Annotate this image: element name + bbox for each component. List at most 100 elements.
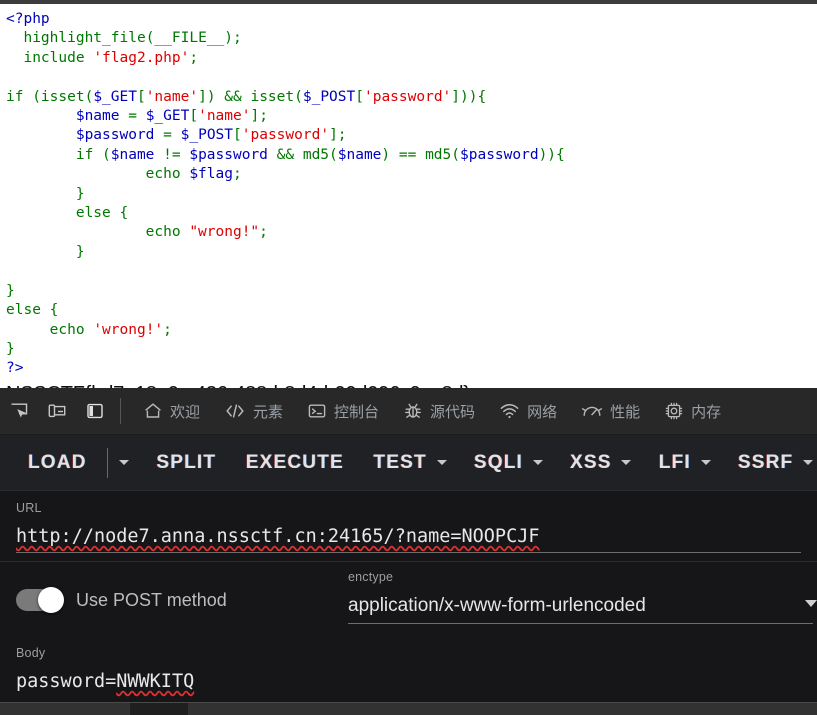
code-token: 'wrong!' <box>93 321 164 338</box>
code-token: ]; <box>250 108 268 125</box>
code-token: ]; <box>329 127 347 144</box>
body-label: Body <box>16 646 46 660</box>
code-line: highlight_file(__FILE__); <box>6 29 817 48</box>
bottom-bar-active-tab[interactable] <box>130 703 188 715</box>
tab-memory[interactable]: 内存 <box>652 388 733 434</box>
post-toggle-group: Use POST method <box>0 562 348 638</box>
chevron-down-icon[interactable] <box>618 460 636 465</box>
device-toolbar-icon[interactable] <box>38 388 76 434</box>
bottom-bar-spacer <box>0 703 130 715</box>
tab-elements[interactable]: 元素 <box>212 388 295 434</box>
code-token: = <box>154 127 181 144</box>
tab-console-label: 控制台 <box>334 403 380 421</box>
use-post-method-toggle[interactable] <box>16 587 64 613</box>
code-token: ) == md5( <box>381 146 460 163</box>
code-token: $name <box>110 146 155 163</box>
hackbar-divider <box>106 447 108 478</box>
code-line: <?php <box>6 10 817 29</box>
code-line: if (isset($_GET['name']) && isset($_POST… <box>6 88 817 107</box>
code-token: [ <box>233 127 242 144</box>
code-token: $password <box>460 146 539 163</box>
gauge-icon <box>581 401 603 421</box>
hackbar-button-execute[interactable]: EXECUTE <box>240 452 350 474</box>
chevron-down-icon[interactable] <box>799 460 817 465</box>
code-token: echo <box>6 166 190 183</box>
enctype-label: enctype <box>348 570 394 584</box>
tab-sources[interactable]: 源代码 <box>391 388 487 434</box>
code-token: if (isset( <box>6 88 94 105</box>
tab-console[interactable]: 控制台 <box>295 388 391 434</box>
code-token: ?> <box>6 360 24 377</box>
hackbar-button-split[interactable]: SPLIT <box>150 452 222 474</box>
code-token: != <box>154 146 190 163</box>
code-token: ; <box>232 166 242 183</box>
body-key-text: password= <box>16 671 117 692</box>
code-line: else { <box>6 301 817 320</box>
url-input[interactable]: http://node7.anna.nssctf.cn:24165/?name=… <box>16 526 801 553</box>
chevron-down-icon[interactable] <box>433 460 451 465</box>
code-token: else { <box>6 302 59 319</box>
code-line: $name = $_GET['name']; <box>6 107 817 126</box>
toolbar-divider <box>120 398 121 424</box>
hackbar-button-ssrf[interactable]: SSRF <box>732 452 799 474</box>
code-token: ])){ <box>451 88 487 105</box>
body-section: Body password=NWWKITQ <box>0 638 817 702</box>
code-line: $password = $_POST['password']; <box>6 126 817 145</box>
hackbar-button-sqli[interactable]: SQLI <box>468 452 529 474</box>
chevron-down-icon[interactable] <box>529 460 547 465</box>
chevron-down-icon[interactable] <box>697 460 715 465</box>
chip-icon <box>664 401 684 421</box>
code-token: && md5( <box>267 146 338 163</box>
tab-network[interactable]: 网络 <box>487 388 569 434</box>
code-token: 'name' <box>198 108 251 125</box>
chevron-down-icon[interactable] <box>115 460 133 465</box>
tab-welcome[interactable]: 欢迎 <box>131 388 212 434</box>
tab-elements-label: 元素 <box>253 403 284 421</box>
enctype-group: enctype application/x-www-form-urlencode… <box>348 562 817 638</box>
code-token: = <box>119 108 146 125</box>
code-line: if ($name != $password && md5($name) == … <box>6 146 817 165</box>
tab-network-label: 网络 <box>527 403 558 421</box>
page-content-pane: <?php highlight_file(__FILE__); include … <box>0 4 817 388</box>
tab-performance[interactable]: 性能 <box>569 388 652 434</box>
code-token: $_POST <box>180 127 234 144</box>
code-token: ; <box>189 49 199 66</box>
hackbar-button-xss[interactable]: XSS <box>564 452 618 474</box>
tab-memory-label: 内存 <box>691 403 722 421</box>
code-token: } <box>6 185 85 202</box>
code-token: "wrong!" <box>189 224 260 241</box>
inspect-element-icon[interactable] <box>0 388 38 434</box>
devtools-bottom-bar <box>0 702 817 715</box>
post-options-row: Use POST method enctype application/x-ww… <box>0 562 817 638</box>
code-token: 'password' <box>241 127 330 144</box>
chevron-down-icon[interactable] <box>805 600 817 607</box>
code-token: echo <box>6 321 94 338</box>
flag-output: NSSCTF{bd7a18a0-c436-488d-8d4d-00d096c9c… <box>0 383 817 388</box>
url-section: URL http://node7.anna.nssctf.cn:24165/?n… <box>0 491 817 562</box>
php-source-code: <?php highlight_file(__FILE__); include … <box>0 10 817 379</box>
code-token: 'password' <box>363 88 452 105</box>
code-line: } <box>6 340 817 359</box>
code-token: 'flag2.php' <box>93 49 190 66</box>
hackbar-button-load[interactable]: LOAD <box>22 452 93 474</box>
code-token: echo <box>6 224 190 241</box>
code-token: [ <box>189 108 199 125</box>
dock-side-icon[interactable] <box>76 388 114 434</box>
hackbar-button-lfi[interactable]: LFI <box>653 452 697 474</box>
code-line: else { <box>6 204 817 223</box>
code-token: [ <box>136 88 146 105</box>
code-brackets-icon <box>224 401 246 421</box>
code-token: ); <box>224 30 242 47</box>
hackbar-button-test[interactable]: TEST <box>367 452 432 474</box>
code-line: include 'flag2.php'; <box>6 49 817 68</box>
code-token: $_GET <box>145 108 190 125</box>
body-input[interactable]: password=NWWKITQ <box>16 671 801 692</box>
code-token: } <box>6 243 85 260</box>
code-token: __FILE__ <box>154 30 225 47</box>
code-line: ?> <box>6 359 817 378</box>
enctype-select[interactable]: application/x-www-form-urlencoded <box>348 595 813 624</box>
code-token: $_GET <box>93 88 137 105</box>
